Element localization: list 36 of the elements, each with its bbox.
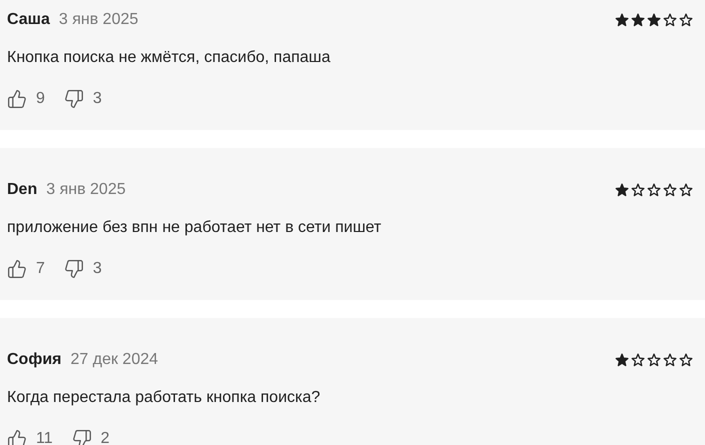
star-outline-icon [663, 13, 677, 27]
review-author: София [7, 350, 62, 370]
star-outline-icon [631, 353, 645, 367]
thumbs-up-icon [7, 89, 27, 109]
star-outline-icon [679, 13, 693, 27]
review-date: 3 янв 2025 [46, 180, 126, 200]
star-icon [615, 13, 629, 27]
thumbs-down-icon [64, 89, 84, 109]
review-text: Кнопка поиска не жмётся, спасибо, папаша [7, 48, 332, 68]
review-text: Когда перестала работать кнопка поиска? [7, 388, 322, 408]
review-author: Саша [7, 10, 50, 30]
like-button[interactable]: 7 [7, 257, 45, 281]
review-date: 27 дек 2024 [70, 350, 158, 370]
thumbs-up-icon [7, 429, 27, 445]
star-outline-icon [663, 353, 677, 367]
star-outline-icon [663, 183, 677, 197]
star-outline-icon [679, 183, 693, 197]
star-icon [631, 13, 645, 27]
star-icon [615, 183, 629, 197]
dislike-button[interactable]: 3 [64, 257, 102, 281]
like-button[interactable]: 9 [7, 87, 45, 111]
star-icon [615, 353, 629, 367]
dislike-button[interactable]: 3 [64, 87, 102, 111]
dislike-button[interactable]: 2 [72, 427, 110, 445]
star-outline-icon [647, 353, 661, 367]
review-author: Den [7, 180, 38, 200]
thumbs-up-icon [7, 259, 27, 279]
thumbs-down-icon [64, 259, 84, 279]
star-icon [647, 13, 661, 27]
star-outline-icon [647, 183, 661, 197]
review-text: приложение без впн не работает нет в сети пишет [7, 218, 382, 238]
star-outline-icon [679, 353, 693, 367]
star-outline-icon [631, 183, 645, 197]
review-date: 3 янв 2025 [58, 10, 138, 30]
thumbs-down-icon [72, 429, 92, 445]
like-button[interactable]: 11 [7, 427, 53, 445]
